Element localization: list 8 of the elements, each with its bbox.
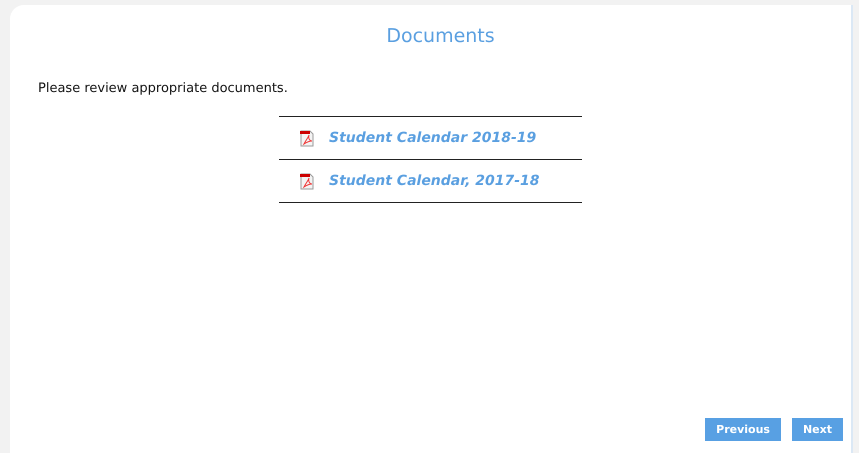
- pdf-file-icon: [299, 130, 315, 146]
- document-link[interactable]: Student Calendar 2018-19: [329, 130, 536, 146]
- next-button[interactable]: Next: [792, 418, 843, 441]
- page-title: Documents: [386, 25, 495, 47]
- instruction-text: Please review appropriate documents.: [38, 81, 289, 96]
- previous-button[interactable]: Previous: [705, 418, 781, 441]
- pdf-file-icon: [299, 172, 315, 190]
- document-link[interactable]: Student Calendar, 2017-18: [329, 173, 540, 189]
